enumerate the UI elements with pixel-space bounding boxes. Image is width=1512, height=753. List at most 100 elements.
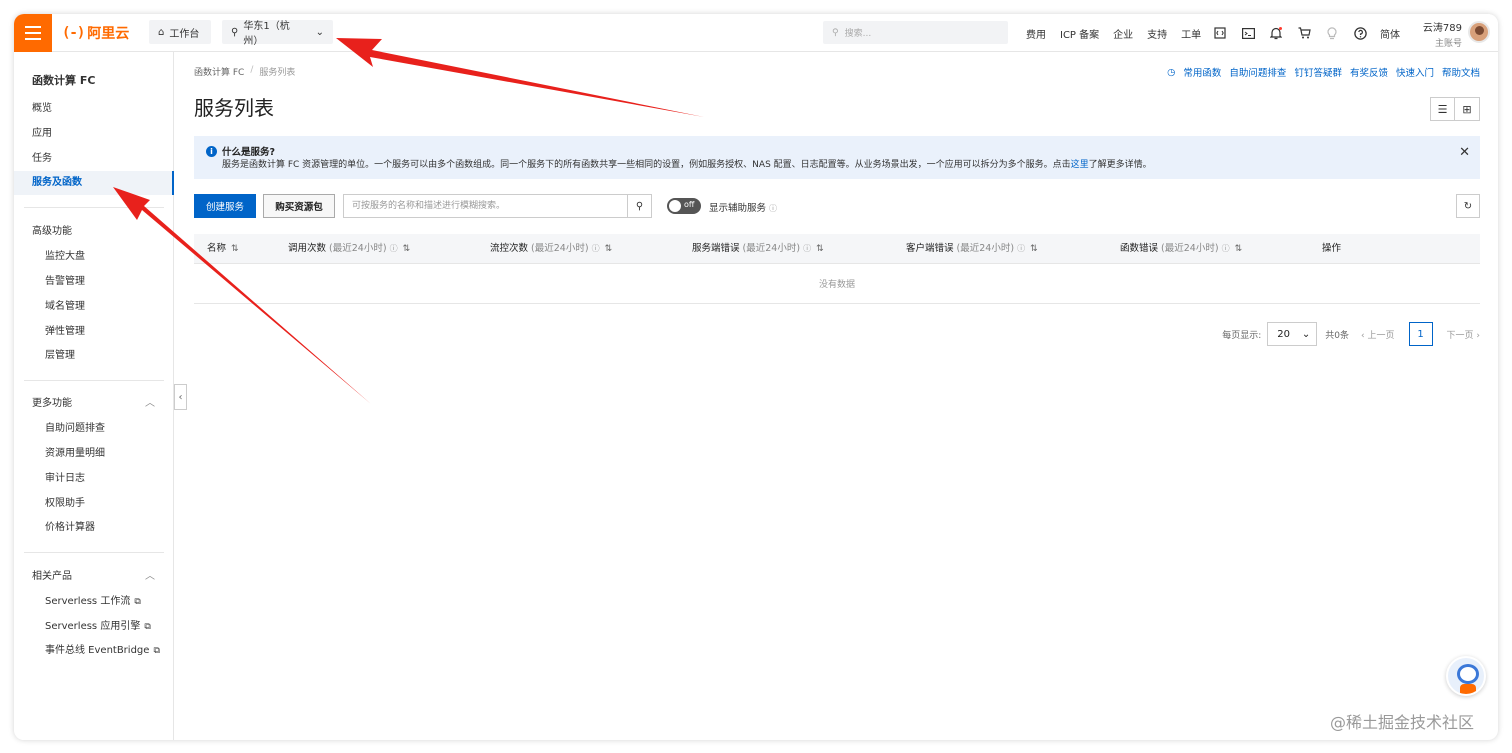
sidebar-item-serverless-workflow[interactable]: Serverless 工作流 ⧉ [45, 590, 186, 614]
aux-services-label-text: 显示辅助服务 [709, 203, 767, 214]
column-header-server-errors[interactable]: 服务端错误 (最近24小时) ⓘ ⇅ [692, 234, 824, 264]
user-menu[interactable]: 云涛789 主账号 [1414, 19, 1462, 49]
region-selector[interactable]: ⚲ 华东1（杭州） ⌄ [222, 20, 333, 47]
column-header-throttles[interactable]: 流控次数 (最近24小时) ⓘ ⇅ [490, 234, 612, 264]
sort-icon[interactable]: ⇅ [231, 244, 239, 254]
question-icon[interactable]: ⓘ [390, 244, 398, 253]
avatar[interactable] [1468, 21, 1490, 43]
quick-link-troubleshoot[interactable]: 自助问题排查 [1229, 65, 1286, 79]
question-icon[interactable]: ⓘ [592, 244, 600, 253]
assistant-body [1460, 684, 1476, 694]
region-label: 华东1（杭州） [243, 21, 290, 47]
question-icon[interactable]: ⓘ [1222, 244, 1230, 253]
sidebar-item-alerts[interactable]: 告警管理 [45, 270, 186, 294]
sidebar-item-eventbridge[interactable]: 事件总线 EventBridge ⧉ [45, 639, 186, 663]
nav-link-enterprise[interactable]: 企业 [1113, 26, 1133, 41]
nav-link-support[interactable]: 支持 [1147, 26, 1167, 41]
question-icon[interactable]: ⓘ [1017, 244, 1025, 253]
notice-link[interactable]: 这里 [1071, 160, 1089, 170]
close-icon[interactable]: ✕ [1459, 145, 1470, 160]
grid-view-icon[interactable]: ⊞ [1455, 98, 1479, 120]
aux-services-toggle[interactable]: off [667, 198, 701, 214]
nav-link-ticket[interactable]: 工单 [1181, 26, 1201, 41]
logo-text: 阿里云 [87, 26, 130, 42]
column-header-invocations[interactable]: 调用次数 (最近24小时) ⓘ ⇅ [288, 234, 410, 264]
sort-icon[interactable]: ⇅ [816, 244, 824, 254]
code-icon[interactable] [1212, 25, 1228, 41]
sidebar-item-applications[interactable]: 应用 [32, 122, 173, 146]
column-unit: (最近24小时) [531, 243, 589, 254]
nav-link-billing[interactable]: 费用 [1026, 26, 1046, 41]
info-icon: i [206, 146, 217, 157]
help-assistant-button[interactable] [1446, 656, 1486, 696]
hamburger-menu-button[interactable] [14, 14, 52, 52]
terminal-icon[interactable] [1240, 25, 1256, 41]
aliyun-logo[interactable]: (-) 阿里云 [62, 24, 129, 42]
sidebar-item-serverless-app-engine[interactable]: Serverless 应用引擎 ⧉ [45, 615, 186, 639]
lightbulb-icon[interactable] [1324, 25, 1340, 41]
column-label: 客户端错误 [906, 243, 954, 254]
sidebar-item-audit-log[interactable]: 审计日志 [45, 467, 186, 491]
sidebar-collapse-button[interactable]: ‹ [174, 384, 187, 410]
quick-link-common-functions[interactable]: 常用函数 [1183, 65, 1221, 79]
sidebar-item-services-functions[interactable]: 服务及函数 [14, 171, 174, 195]
column-header-function-errors[interactable]: 函数错误 (最近24小时) ⓘ ⇅ [1120, 234, 1242, 264]
help-icon[interactable] [1352, 25, 1368, 41]
external-link-icon: ⧉ [153, 646, 160, 656]
sort-icon[interactable]: ⇅ [403, 244, 411, 254]
sidebar-item-tasks[interactable]: 任务 [32, 147, 173, 171]
sidebar-item-permission-helper[interactable]: 权限助手 [45, 492, 186, 516]
next-page-button[interactable]: 下一页 › [1447, 328, 1480, 341]
breadcrumb-item-fc[interactable]: 函数计算 FC [194, 65, 244, 78]
sort-icon[interactable]: ⇅ [1030, 244, 1038, 254]
service-search-input[interactable] [344, 195, 627, 217]
workbench-button[interactable]: ⌂ 工作台 [149, 20, 211, 44]
sidebar-item-price-calculator[interactable]: 价格计算器 [45, 516, 186, 540]
column-header-client-errors[interactable]: 客户端错误 (最近24小时) ⓘ ⇅ [906, 234, 1038, 264]
sidebar-item-elastic[interactable]: 弹性管理 [45, 320, 186, 344]
language-switch[interactable]: 简体 [1380, 26, 1400, 41]
sort-icon[interactable]: ⇅ [605, 244, 613, 254]
info-notice: i 什么是服务? 服务是函数计算 FC 资源管理的单位。一个服务可以由多个函数组… [194, 136, 1480, 179]
sidebar-item-layers[interactable]: 层管理 [45, 344, 186, 368]
search-icon: ⚲ [832, 27, 839, 38]
sidebar-item-usage[interactable]: 资源用量明细 [45, 442, 186, 466]
buy-resource-pack-button[interactable]: 购买资源包 [263, 194, 335, 218]
global-search-input[interactable]: ⚲ 搜索... [823, 21, 1008, 44]
refresh-button[interactable]: ↻ [1456, 194, 1480, 218]
sidebar-section-related[interactable]: 相关产品 ︿ [32, 565, 173, 589]
column-label: 函数错误 [1120, 243, 1159, 254]
external-link-icon: ⧉ [134, 597, 141, 607]
sidebar-item-monitoring[interactable]: 监控大盘 [45, 245, 186, 269]
column-header-name[interactable]: 名称 ⇅ [207, 234, 239, 264]
sidebar-item-domains[interactable]: 域名管理 [45, 295, 186, 319]
bell-icon[interactable] [1268, 25, 1284, 41]
list-view-icon[interactable]: ☰ [1431, 98, 1455, 120]
quick-links: ◷ 常用函数 自助问题排查 钉钉答疑群 有奖反馈 快速入门 帮助文档 [1167, 65, 1480, 80]
question-icon[interactable]: ⓘ [803, 244, 811, 253]
toolbar: 创建服务 购买资源包 ⚲ off 显示辅助服务 ⓘ ↻ [194, 194, 1480, 220]
cart-icon[interactable] [1296, 25, 1312, 41]
toggle-knob [669, 200, 681, 212]
clock-icon: ◷ [1167, 66, 1176, 78]
home-icon: ⌂ [158, 26, 165, 38]
page-number-current[interactable]: 1 [1408, 322, 1433, 346]
question-icon[interactable]: ⓘ [769, 204, 777, 213]
sidebar-item-overview[interactable]: 概览 [32, 97, 173, 121]
sort-icon[interactable]: ⇅ [1235, 244, 1243, 254]
search-icon: ⚲ [635, 200, 644, 212]
quick-link-dingtalk[interactable]: 钉钉答疑群 [1294, 65, 1342, 79]
nav-link-icp[interactable]: ICP 备案 [1060, 26, 1099, 41]
prev-page-button[interactable]: ‹ 上一页 [1361, 328, 1394, 341]
quick-link-quickstart[interactable]: 快速入门 [1396, 65, 1434, 79]
sidebar-item-troubleshoot[interactable]: 自助问题排查 [45, 417, 186, 441]
search-button[interactable]: ⚲ [627, 195, 651, 217]
quick-link-feedback[interactable]: 有奖反馈 [1350, 65, 1388, 79]
page-size-select[interactable]: 20 ⌄ [1267, 322, 1318, 346]
create-service-button[interactable]: 创建服务 [194, 194, 256, 218]
quick-link-docs[interactable]: 帮助文档 [1442, 65, 1480, 79]
sidebar-section-more[interactable]: 更多功能 ︿ [32, 392, 173, 416]
pagination: 每页显示: 20 ⌄ 共0条 ‹ 上一页 1 下一页 › [1222, 322, 1480, 346]
sidebar-section-advanced: 高级功能 [32, 226, 72, 237]
console-window: (-) 阿里云 ⌂ 工作台 ⚲ 华东1（杭州） ⌄ ⚲ 搜索... 费用 ICP… [14, 14, 1498, 740]
